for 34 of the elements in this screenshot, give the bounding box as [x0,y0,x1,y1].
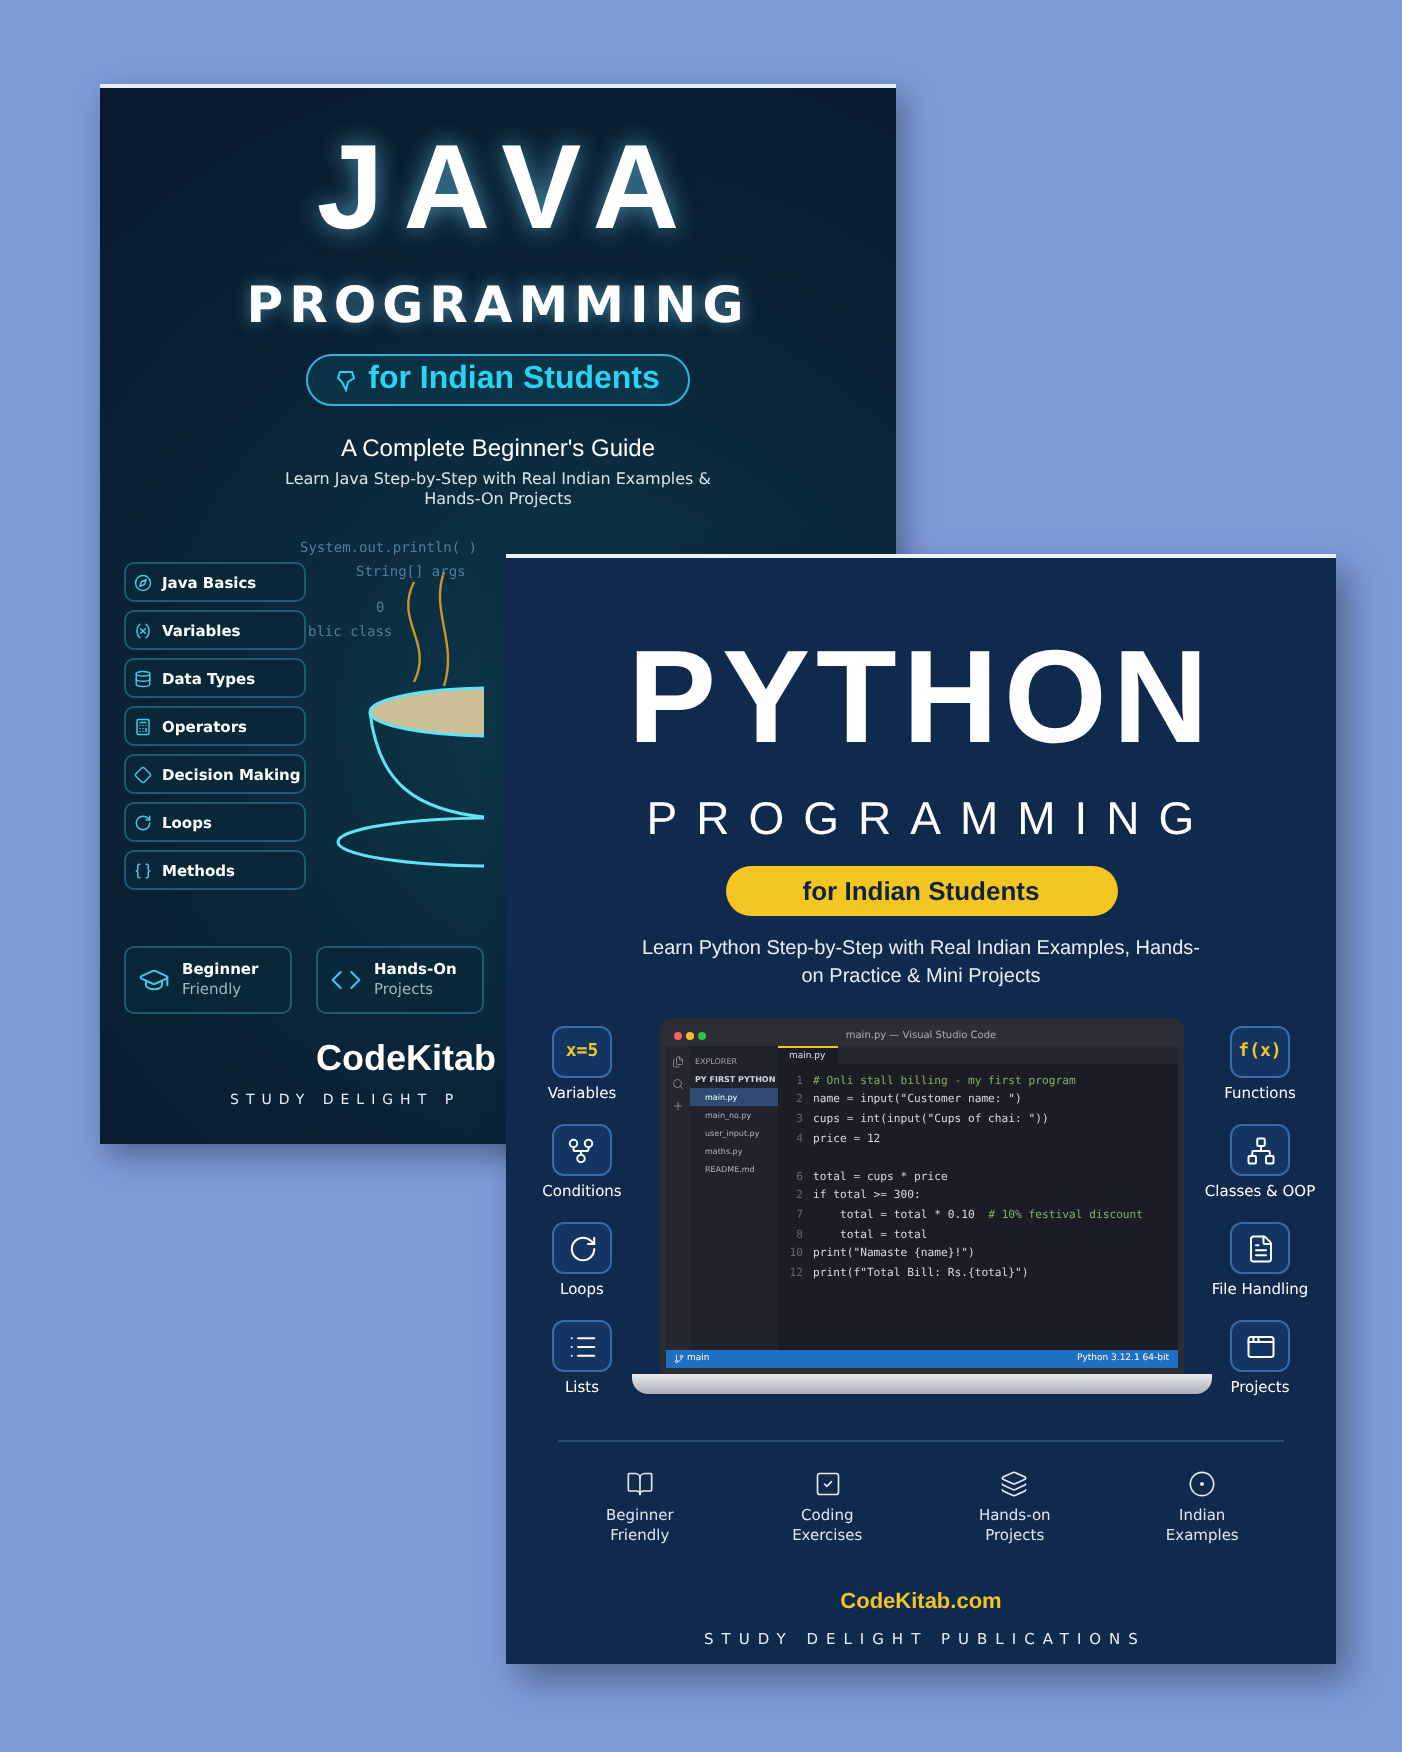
book-title: PYTHON [627,630,1215,762]
audience-pill: for Indian Students [725,866,1117,916]
document-icon [1245,1233,1275,1263]
calculator-icon [134,717,152,735]
plus-icon[interactable] [671,1100,683,1112]
branch-icon [566,1135,597,1165]
book-subtitle: PROGRAMMING [644,796,1214,842]
book-title: JAVA [314,128,700,248]
description: Learn Java Step-by-Step with Real Indian Examples & Hands-On Projects [283,470,713,510]
variable-icon [134,621,152,639]
circular-arrow-icon [567,1233,597,1263]
graduation-cap-icon [138,964,170,996]
open-book-icon [625,1470,654,1498]
description: Learn Python Step-by-Step with Real Indian Examples, Hands-on Practice & Mini Projects [639,936,1203,990]
database-icon [134,669,152,687]
audience-text: for Indian Students [368,362,660,398]
tagline: A Complete Beginner's Guide [340,434,656,462]
layers-icon [1000,1470,1029,1498]
list-icon [567,1331,597,1361]
files-icon[interactable] [671,1056,683,1068]
circular-arrow-icon [134,813,152,831]
hierarchy-icon [1245,1135,1275,1165]
brand-name: CodeKitab [316,1038,496,1080]
target-icon [1188,1470,1217,1498]
tile-glyph: f(x) [1238,1042,1282,1062]
tile-glyph: x=5 [565,1042,599,1062]
branch-icon [673,1354,683,1364]
search-icon[interactable] [671,1078,683,1090]
braces-icon [134,861,152,879]
diamond-icon [134,765,152,783]
compass-icon [134,573,152,591]
window-icon [1245,1331,1275,1361]
checkbox-icon [813,1470,842,1498]
book-subtitle: PROGRAMMING [246,280,750,330]
